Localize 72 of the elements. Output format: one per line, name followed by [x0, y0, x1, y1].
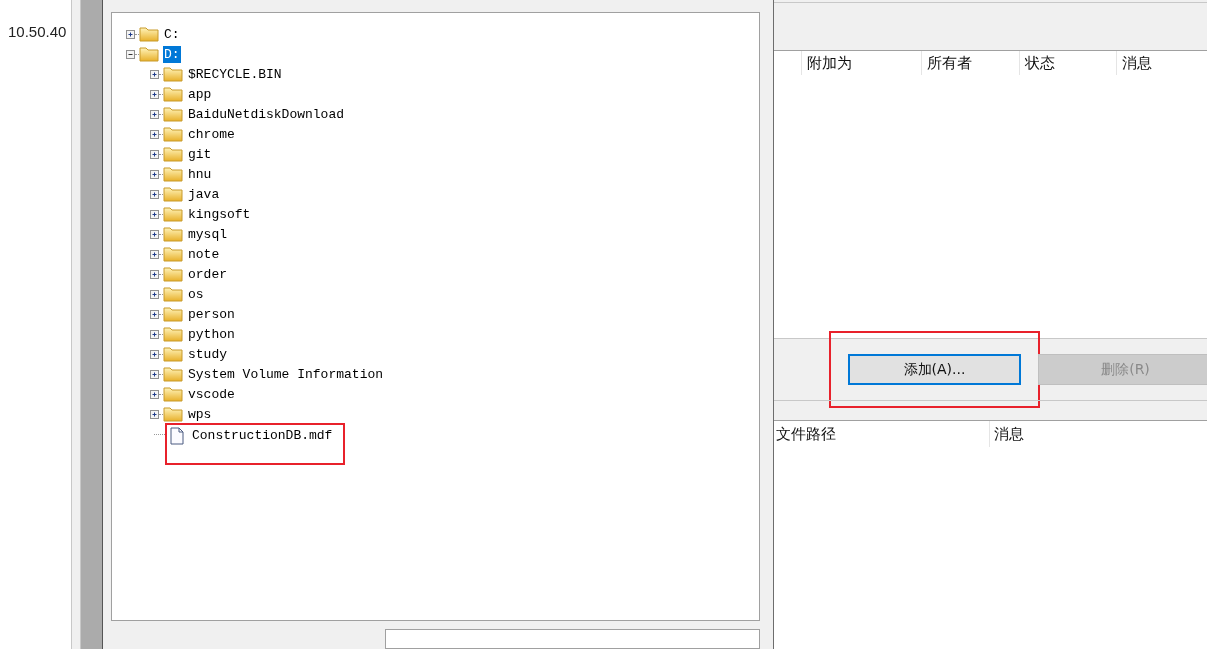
input-field[interactable] — [385, 629, 760, 649]
expand-icon[interactable] — [150, 389, 159, 399]
folder-icon — [163, 246, 183, 262]
server-address: 10.50.40 — [8, 23, 67, 40]
folder-icon — [163, 366, 183, 382]
tree-item[interactable]: python — [187, 325, 236, 343]
folder-icon — [139, 26, 159, 42]
expand-icon[interactable] — [150, 249, 159, 259]
expand-icon[interactable] — [150, 209, 159, 219]
expand-icon[interactable] — [150, 149, 159, 159]
tree-item[interactable]: $RECYCLE.BIN — [187, 65, 283, 83]
tree-item[interactable]: git — [187, 145, 213, 163]
expand-icon[interactable] — [150, 409, 159, 419]
tree-item[interactable]: person — [187, 305, 236, 323]
folder-icon — [139, 46, 159, 62]
expand-icon[interactable] — [150, 189, 159, 199]
tree-item[interactable]: kingsoft — [187, 205, 252, 223]
folder-icon — [163, 66, 183, 82]
expand-icon[interactable] — [150, 309, 159, 319]
tree-item[interactable]: java — [187, 185, 221, 203]
expand-icon[interactable] — [150, 229, 159, 239]
tree-item[interactable]: ConstructionDB.mdf — [191, 427, 334, 444]
expand-icon[interactable] — [150, 89, 159, 99]
column-header[interactable]: 文件路径 — [774, 421, 989, 447]
column-header[interactable]: 消息 — [989, 421, 1189, 447]
tree-item[interactable]: BaiduNetdiskDownload — [187, 105, 346, 123]
folder-icon — [163, 306, 183, 322]
folder-icon — [163, 186, 183, 202]
expand-icon[interactable] — [150, 269, 159, 279]
collapse-icon[interactable] — [126, 49, 135, 59]
expand-icon[interactable] — [150, 349, 159, 359]
folder-icon — [163, 326, 183, 342]
tree-item[interactable]: C: — [163, 25, 181, 43]
tree-item[interactable]: System Volume Information — [187, 365, 385, 383]
expand-icon[interactable] — [150, 289, 159, 299]
tree-item[interactable]: order — [187, 265, 228, 283]
expand-icon[interactable] — [126, 29, 135, 39]
folder-icon — [163, 406, 183, 422]
folder-icon — [163, 386, 183, 402]
tree-item[interactable]: D: — [163, 45, 181, 63]
folder-icon — [163, 106, 183, 122]
expand-icon[interactable] — [150, 369, 159, 379]
folder-icon — [163, 126, 183, 142]
folder-icon — [163, 206, 183, 222]
tree-item[interactable]: os — [187, 285, 205, 303]
folder-icon — [163, 166, 183, 182]
tree-item[interactable]: mysql — [187, 225, 228, 243]
column-header[interactable]: 状态 — [1019, 51, 1116, 75]
tree-item[interactable]: hnu — [187, 165, 213, 183]
expand-icon[interactable] — [150, 69, 159, 79]
column-header[interactable]: 所有者 — [921, 51, 1019, 75]
tree-item[interactable]: app — [187, 85, 213, 103]
folder-icon — [163, 346, 183, 362]
column-header[interactable]: 消息 — [1116, 51, 1207, 75]
tree-item[interactable]: wps — [187, 405, 213, 423]
tree-item[interactable]: chrome — [187, 125, 236, 143]
folder-icon — [163, 266, 183, 282]
column-header[interactable]: 附加为 — [801, 51, 921, 75]
folder-icon — [163, 146, 183, 162]
expand-icon[interactable] — [150, 109, 159, 119]
folder-icon — [163, 226, 183, 242]
folder-icon — [163, 286, 183, 302]
splitter-bar[interactable] — [80, 0, 103, 649]
expand-icon[interactable] — [150, 129, 159, 139]
tree-item[interactable]: study — [187, 345, 228, 363]
document-icon — [169, 427, 185, 445]
expand-icon[interactable] — [150, 329, 159, 339]
folder-icon — [163, 86, 183, 102]
expand-icon[interactable] — [150, 169, 159, 179]
dialog-button[interactable]: 添加(A)... — [848, 354, 1021, 385]
tree-item[interactable]: note — [187, 245, 221, 263]
tree-item[interactable]: vscode — [187, 385, 236, 403]
